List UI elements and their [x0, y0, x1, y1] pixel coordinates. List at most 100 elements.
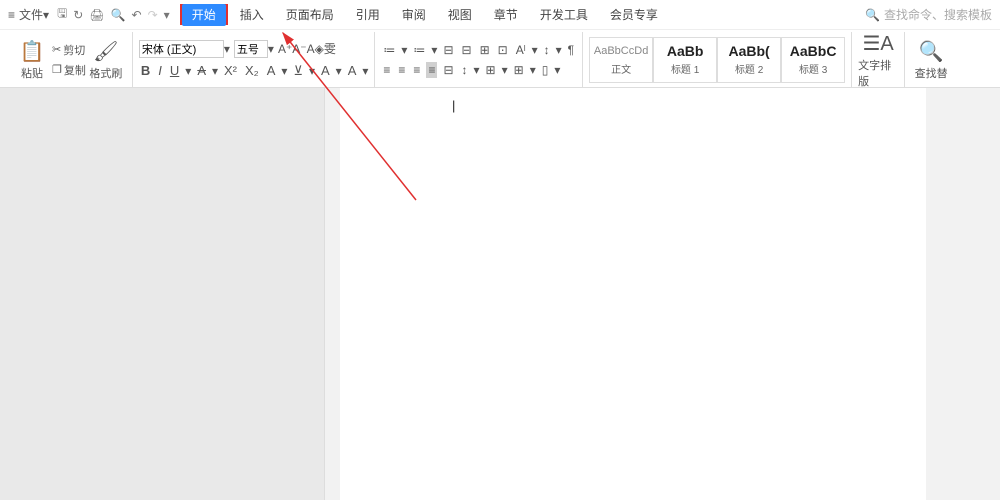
tab-chapter[interactable]: 章节: [484, 2, 528, 27]
style-heading2[interactable]: AaBb( 标题 2: [717, 37, 781, 83]
font-controls: ▾ ▾ A⁺ A⁻ A ◈ 雯 B I U ▾ A ▾ X² X₂ A: [139, 40, 369, 80]
caret-icon[interactable]: ▾: [532, 43, 538, 57]
text-arrange-icon: ☰A: [862, 31, 893, 57]
text-effect-button[interactable]: 雯: [324, 40, 336, 57]
paragraph-row-bottom: ≡ ≡ ≡ ≡ ⊟ ↕▾ ⊞▾ ⊞▾ ▯▾: [381, 62, 576, 78]
search-box[interactable]: 🔍 查找命令、搜索模板: [865, 6, 992, 23]
highlight-button[interactable]: ⊻: [291, 62, 305, 80]
subscript-button[interactable]: X₂: [243, 62, 261, 79]
tab-references[interactable]: 引用: [346, 2, 390, 27]
tab-review[interactable]: 审阅: [392, 2, 436, 27]
undo-icon[interactable]: ↶: [132, 8, 142, 22]
caret-icon[interactable]: ▾: [401, 43, 407, 57]
document-page[interactable]: |: [340, 88, 926, 500]
underline-caret-icon[interactable]: ▾: [185, 64, 191, 78]
preview-icon[interactable]: 🔍: [111, 8, 126, 22]
group-styles: AaBbCcDd 正文 AaBb 标题 1 AaBb( 标题 2 AaBbC 标…: [583, 32, 852, 87]
group-find-replace: 🔍 查找替: [905, 32, 957, 87]
char-shading-button[interactable]: A: [319, 62, 332, 79]
highlight-caret-icon[interactable]: ▾: [309, 64, 315, 78]
font-row-top: ▾ ▾ A⁺ A⁻ A ◈ 雯: [139, 40, 369, 58]
copy-button[interactable]: ❐ 复制: [52, 62, 86, 78]
toggle-marks-button[interactable]: ⊡: [496, 42, 510, 58]
tabs-dialog-button[interactable]: ▯: [540, 62, 551, 78]
save-icon[interactable]: 🖫: [57, 4, 67, 25]
find-replace-button[interactable]: 🔍 查找替: [911, 39, 951, 81]
align-justify-button[interactable]: ≡: [426, 62, 437, 78]
ribbon: 📋 粘贴 ✂ 剪切 ❐ 复制 🖌 格式刷 ▾: [0, 30, 1000, 88]
increase-indent-button[interactable]: ⊟: [460, 42, 474, 58]
font-size-input[interactable]: [234, 40, 268, 58]
paragraph-controls: ≔▾ ≔▾ ⊟ ⊟ ⊞ ⊡ Aˡ▾ ↕▾ ¶ ≡ ≡ ≡ ≡ ⊟ ↕▾ ⊞▾ ⊞…: [381, 42, 576, 78]
qat-dropdown-icon[interactable]: ▾: [164, 8, 170, 22]
bold-button[interactable]: B: [139, 62, 152, 79]
style-name: 标题 1: [671, 61, 699, 76]
char-shading-caret-icon[interactable]: ▾: [336, 64, 342, 78]
style-preview: AaBb: [667, 43, 704, 59]
tab-member[interactable]: 会员专享: [600, 2, 668, 27]
line-spacing-button[interactable]: ↕: [542, 42, 552, 58]
bullets-button[interactable]: ≔: [381, 42, 397, 58]
refresh-icon[interactable]: ↻: [73, 8, 83, 22]
ribbon-tabs: 开始 插入 页面布局 引用 审阅 视图 章节 开发工具 会员专享: [180, 2, 668, 27]
quick-access-toolbar: 🖫 ↻ 🖨 🔍 ↶ ↷ ▾: [57, 4, 170, 25]
style-heading3[interactable]: AaBbC 标题 3: [781, 37, 845, 83]
align-left-button[interactable]: ≡: [381, 62, 392, 78]
superscript-button[interactable]: X²: [222, 62, 239, 79]
cut-button[interactable]: ✂ 剪切: [52, 42, 86, 58]
distribute-button[interactable]: ⊟: [441, 62, 455, 78]
change-case-button[interactable]: A: [307, 42, 315, 56]
tab-insert[interactable]: 插入: [230, 2, 274, 27]
caret-icon[interactable]: ▾: [556, 43, 562, 57]
font-family-input[interactable]: [139, 40, 224, 58]
style-normal[interactable]: AaBbCcDd 正文: [589, 37, 653, 83]
tab-home[interactable]: 开始: [182, 4, 226, 26]
tab-developer[interactable]: 开发工具: [530, 2, 598, 27]
tab-home-highlight: 开始: [180, 4, 228, 25]
format-painter-button[interactable]: 🖌 格式刷: [86, 39, 126, 81]
caret-icon[interactable]: ▾: [431, 43, 437, 57]
style-heading1[interactable]: AaBb 标题 1: [653, 37, 717, 83]
find-replace-icon: 🔍: [919, 39, 944, 65]
strikethrough-button[interactable]: A: [195, 62, 208, 79]
paste-icon: 📋: [20, 39, 45, 65]
caret-icon[interactable]: ▾: [502, 63, 508, 77]
sort-button[interactable]: ⊞: [478, 42, 492, 58]
tab-page-layout[interactable]: 页面布局: [276, 2, 344, 27]
style-name: 标题 2: [735, 61, 763, 76]
asian-layout-button[interactable]: Aˡ: [514, 42, 528, 58]
strike-caret-icon[interactable]: ▾: [212, 64, 218, 78]
menu-bar: ≡ 文件 ▾ 🖫 ↻ 🖨 🔍 ↶ ↷ ▾ 开始 插入 页面布局 引用 审阅 视图…: [0, 0, 1000, 30]
paste-button[interactable]: 📋 粘贴: [12, 39, 52, 81]
clear-format-button[interactable]: ◈: [315, 42, 324, 56]
redo-icon[interactable]: ↷: [148, 8, 158, 22]
decrease-font-button[interactable]: A⁻: [292, 42, 306, 56]
print-icon[interactable]: 🖨: [89, 8, 104, 22]
shading-button[interactable]: ⊞: [484, 62, 498, 78]
caret-icon[interactable]: ▾: [530, 63, 536, 77]
line-spacing2-button[interactable]: ↕: [460, 62, 470, 78]
borders-button[interactable]: ⊞: [512, 62, 526, 78]
align-center-button[interactable]: ≡: [396, 62, 407, 78]
styles-gallery[interactable]: AaBbCcDd 正文 AaBb 标题 1 AaBb( 标题 2 AaBbC 标…: [589, 37, 845, 83]
font-size-caret-icon[interactable]: ▾: [268, 42, 274, 56]
char-border-button[interactable]: A: [346, 62, 359, 79]
underline-button[interactable]: U: [168, 62, 181, 79]
caret-icon[interactable]: ▾: [554, 63, 560, 77]
font-color-caret-icon[interactable]: ▾: [281, 64, 287, 78]
numbering-button[interactable]: ≔: [411, 42, 427, 58]
font-color-button[interactable]: A: [265, 62, 278, 79]
caret-icon[interactable]: ▾: [474, 63, 480, 77]
file-menu[interactable]: ≡ 文件 ▾: [8, 6, 49, 23]
brush-icon: 🖌: [93, 39, 118, 65]
increase-font-button[interactable]: A⁺: [278, 42, 292, 56]
text-arrange-button[interactable]: ☰A 文字排版: [858, 31, 898, 89]
tab-view[interactable]: 视图: [438, 2, 482, 27]
decrease-indent-button[interactable]: ⊟: [441, 42, 455, 58]
paragraph-mark-button[interactable]: ¶: [566, 42, 576, 58]
align-right-button[interactable]: ≡: [411, 62, 422, 78]
italic-button[interactable]: I: [156, 62, 164, 79]
navigation-panel[interactable]: [0, 88, 325, 500]
group-clipboard: 📋 粘贴 ✂ 剪切 ❐ 复制 🖌 格式刷: [6, 32, 133, 87]
char-border-caret-icon[interactable]: ▾: [362, 64, 368, 78]
